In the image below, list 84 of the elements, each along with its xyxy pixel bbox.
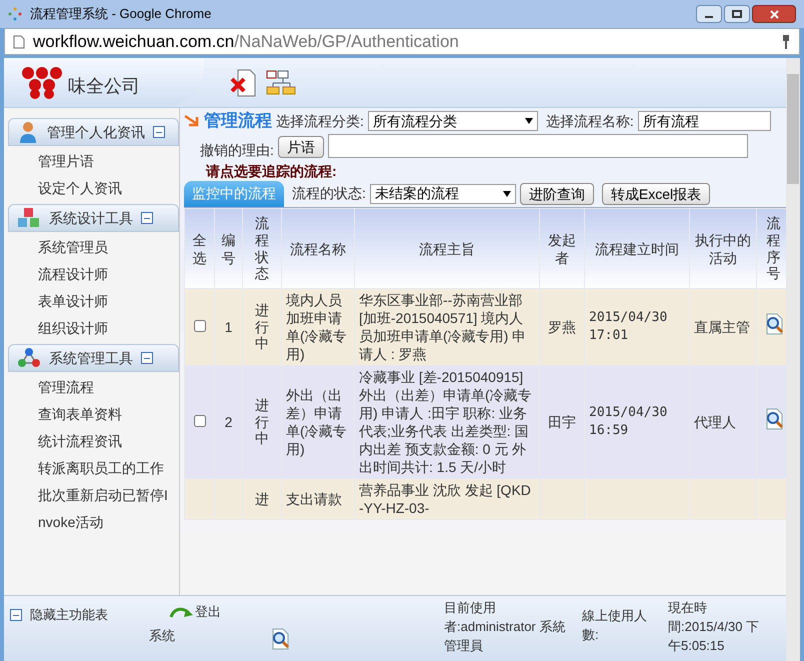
- sidebar-link[interactable]: 转派离职员工的工作: [8, 455, 179, 482]
- url-text: workflow.weichuan.com.cn/NaNaWeb/GP/Authentication: [33, 30, 459, 53]
- person-icon: [17, 120, 39, 144]
- sidebar-section-header[interactable]: 系统设计工具: [8, 204, 179, 232]
- reason-textarea[interactable]: [328, 134, 748, 158]
- sidebar-link[interactable]: 查询表单资料: [8, 401, 179, 428]
- page-icon: [13, 34, 25, 48]
- advanced-search-button[interactable]: 进阶查询: [520, 182, 594, 204]
- reason-label: 撤销的理由:: [200, 141, 274, 160]
- collapse-icon[interactable]: [153, 126, 165, 138]
- maximize-button[interactable]: [724, 5, 750, 23]
- row-checkbox[interactable]: [194, 320, 206, 332]
- collapse-icon[interactable]: [141, 212, 153, 224]
- column-header: 编号: [214, 208, 242, 288]
- export-excel-button[interactable]: 转成Excel报表: [602, 182, 710, 204]
- table-cell-text: 直属主管: [694, 318, 751, 336]
- table-cell: 1: [224, 318, 232, 334]
- hide-menu-label[interactable]: 隐藏主功能表: [30, 602, 140, 628]
- table-cell-text: 2015/04/30 17:01: [589, 309, 668, 345]
- table-cell-text: 境内人员加班申请单(冷藏专用): [286, 291, 348, 363]
- column-header: 全选: [184, 208, 214, 288]
- table-cell-text: 2015/04/30 16:59: [589, 404, 668, 440]
- table-cell: 进行中: [255, 302, 269, 352]
- table-cell: 进: [255, 490, 269, 508]
- dropdown-arrow-icon: [502, 190, 511, 196]
- instruction-text: 请点选要追踪的流程:: [204, 162, 338, 180]
- name-field[interactable]: 所有流程: [638, 111, 771, 131]
- page-title: 管理流程: [204, 110, 272, 132]
- scrollbar-thumb[interactable]: [787, 74, 799, 184]
- name-label: 选择流程名称:: [546, 112, 634, 130]
- category-label: 选择流程分类:: [276, 112, 364, 130]
- window-title: 流程管理系统 - Google Chrome: [30, 5, 212, 24]
- close-button[interactable]: [752, 5, 796, 23]
- table-cell: 罗燕: [548, 318, 576, 334]
- system-label: 系统: [149, 626, 176, 644]
- table-cell-text: 外出（出差）申请单(冷藏专用): [286, 386, 348, 458]
- current-user-text: 目前使用者:administrator 系統管理員: [444, 599, 566, 655]
- table-cell-text: 营养品事业 沈欣 发起 [QKD-YY-HZ-03-: [359, 481, 532, 517]
- sidebar-link[interactable]: 系统管理员: [8, 234, 179, 261]
- molecule-icon: [17, 347, 41, 369]
- sidebar-link[interactable]: 设定个人资讯: [8, 175, 179, 202]
- curved-arrow-icon: [169, 604, 195, 619]
- sidebar-link[interactable]: 管理片语: [8, 148, 179, 175]
- document-delete-icon[interactable]: [230, 68, 256, 96]
- logout-link[interactable]: 登出: [195, 602, 221, 622]
- address-bar[interactable]: workflow.weichuan.com.cn/NaNaWeb/GP/Authentication: [4, 28, 800, 55]
- sidebar-section-header[interactable]: 系统管理工具: [8, 344, 179, 372]
- state-select[interactable]: 未结案的流程: [370, 184, 516, 204]
- row-checkbox[interactable]: [194, 414, 206, 426]
- sidebar-link[interactable]: 流程设计师: [8, 261, 179, 288]
- current-time-text: 現在時間:2015/4/30 下午5:05:15: [668, 599, 760, 655]
- sidebar-link[interactable]: 统计流程资讯: [8, 428, 179, 455]
- dropdown-arrow-icon: [524, 118, 533, 124]
- table-cell-text: 华东区事业部--苏南营业部 [加班-2015040571] 境内人员加班申请单(冷藏专用) 申请人 : 罗燕: [359, 291, 528, 363]
- company-name: 味全公司: [68, 75, 140, 98]
- cubes-icon: [17, 207, 41, 229]
- state-label: 流程的状态:: [292, 184, 366, 203]
- collapse-icon[interactable]: [141, 352, 153, 364]
- table-cell-text: 支出请款: [286, 490, 343, 508]
- table-cell: 进行中: [255, 396, 269, 448]
- arrow-icon: [184, 114, 200, 128]
- spinner-icon: [8, 7, 22, 21]
- table-cell-text: 冷藏事业 [差-2015040915]外出（出差）申请单(冷藏专用) 申请人 :田宇 职称: 业务代表;业务代表 出差类型: 国内出差 预支款金额: 0 元 外出时间共计: 1.5 天/小时: [359, 368, 533, 476]
- sidebar-link[interactable]: 管理流程: [8, 374, 179, 401]
- table-cell: 田宇: [548, 414, 576, 430]
- org-chart-icon[interactable]: [266, 70, 296, 96]
- key-icon: [781, 34, 791, 50]
- sidebar-link[interactable]: 组织设计师: [8, 315, 179, 342]
- online-users-text: 線上使用人數:: [582, 607, 648, 644]
- collapse-icon[interactable]: [10, 609, 22, 621]
- category-select[interactable]: 所有流程分类: [368, 111, 538, 131]
- sidebar-section-header[interactable]: 管理个人化资讯: [8, 118, 179, 146]
- scrollbar[interactable]: [786, 58, 800, 661]
- sidebar-link[interactable]: 表单设计师: [8, 288, 179, 315]
- section-title: 系统设计工具: [49, 208, 133, 228]
- logo-icon: [20, 66, 64, 100]
- section-title: 系统管理工具: [49, 348, 133, 368]
- sidebar-link[interactable]: 批次重新启动已暂停Invoke活动: [8, 482, 179, 536]
- table-cell: 2: [224, 414, 232, 430]
- section-title: 管理个人化资讯: [47, 122, 145, 142]
- phrase-button[interactable]: 片语: [278, 136, 324, 158]
- table-cell-text: 代理人: [694, 413, 737, 431]
- minimize-button[interactable]: [696, 5, 722, 23]
- close-icon: [770, 10, 778, 18]
